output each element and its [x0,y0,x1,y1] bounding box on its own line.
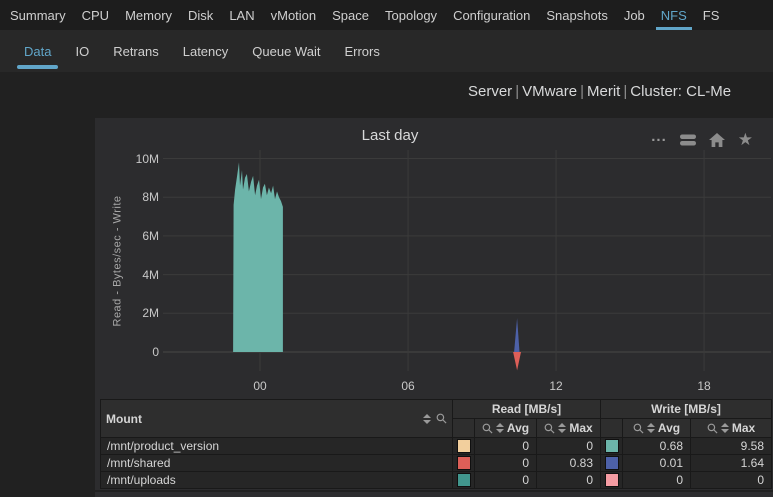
primary-tab-job[interactable]: Job [616,0,653,30]
write-swatch-header [601,419,623,438]
sort-write-avg-icon[interactable] [647,423,655,433]
breadcrumb-separator: | [512,83,522,100]
write-max-value: 0 [691,472,772,489]
write-avg-value: 0 [623,472,691,489]
breadcrumb: Server|VMware|Merit|Cluster: CL-Me [468,83,773,103]
read-swatch-header [453,419,475,438]
read-series-swatch-cell [453,455,475,472]
primary-tab-snapshots[interactable]: Snapshots [538,0,615,30]
y-tick-label: 8M [95,190,159,204]
sub-tab-queue-wait[interactable]: Queue Wait [240,30,332,72]
write-series-swatch-cell [601,472,623,489]
table-row-mnt-uploads[interactable]: /mnt/uploads0000 [101,472,772,489]
read-series-swatch-cell [453,472,475,489]
table-row-mnt-product-version[interactable]: /mnt/product_version 00 0.689.58 [101,438,772,455]
primary-tab-cpu[interactable]: CPU [74,0,117,30]
primary-tab-nfs[interactable]: NFS [653,0,695,30]
write-series-swatch [605,456,619,470]
x-tick-label: 00 [243,379,277,393]
breadcrumb-separator: | [577,83,587,100]
column-header-mount[interactable]: Mount [101,400,453,438]
mount-link[interactable]: /mnt/product_version [101,438,453,455]
primary-tab-lan[interactable]: LAN [221,0,262,30]
sub-tab-io[interactable]: IO [63,30,101,72]
sub-tab-latency[interactable]: Latency [171,30,241,72]
read-max-value: 0 [537,438,601,455]
y-tick-label: 6M [95,229,159,243]
search-write-avg-icon[interactable] [633,423,644,434]
sort-read-avg-icon[interactable] [496,423,504,433]
y-axis-label: Read - Bytes/sec - Write [109,148,125,374]
read-avg-value: 0 [475,438,537,455]
search-write-max-icon[interactable] [707,423,718,434]
read-series-swatch-cell [453,438,475,455]
search-read-max-icon[interactable] [544,423,555,434]
breadcrumb-separator: | [620,83,630,100]
x-tick-label: 12 [539,379,573,393]
column-header-write-avg[interactable]: Avg [623,419,691,438]
write-series-swatch-cell [601,438,623,455]
primary-tab-vmotion[interactable]: vMotion [263,0,325,30]
mount-table: Mount Read [MB/s] Write [MB/s] [100,399,772,489]
y-tick-label: 0 [95,345,159,359]
write-max-value: 9.58 [691,438,772,455]
breadcrumb-item-vmware[interactable]: VMware [522,83,577,100]
sort-write-max-icon[interactable] [721,423,729,433]
series-area-mnt-shared-write [514,318,519,352]
sort-mount-icon[interactable] [423,414,431,424]
y-tick-label: 2M [95,306,159,320]
breadcrumb-item-merit[interactable]: Merit [587,83,620,100]
series-area-mnt-shared-read [513,352,521,370]
write-avg-value: 0.01 [623,455,691,472]
secondary-nav: DataIORetransLatencyQueue WaitErrors [0,30,773,72]
primary-tab-topology[interactable]: Topology [377,0,445,30]
y-tick-label: 4M [95,268,159,282]
primary-tab-summary[interactable]: Summary [2,0,74,30]
mount-link[interactable]: /mnt/shared [101,455,453,472]
column-header-read-max[interactable]: Max [537,419,601,438]
y-tick-label: 10M [95,152,159,166]
column-group-write: Write [MB/s] [601,400,772,419]
search-mount-icon[interactable] [436,413,447,424]
write-series-swatch [605,439,619,453]
next-panel-edge [95,492,773,497]
x-tick-label: 06 [391,379,425,393]
column-header-read-avg[interactable]: Avg [475,419,537,438]
read-series-swatch [457,439,471,453]
primary-tab-memory[interactable]: Memory [117,0,180,30]
write-max-value: 1.64 [691,455,772,472]
chart-panel: Last day ... ★ Read - Bytes/sec - Write … [95,118,773,490]
read-series-swatch [457,473,471,487]
sub-tab-data[interactable]: Data [12,30,63,72]
primary-nav: SummaryCPUMemoryDiskLANvMotionSpaceTopol… [0,0,773,30]
series-area-mnt-product-version-write [233,162,283,352]
read-max-value: 0.83 [537,455,601,472]
column-header-write-max[interactable]: Max [691,419,772,438]
search-read-avg-icon[interactable] [482,423,493,434]
x-tick-label: 18 [687,379,721,393]
table-row-mnt-shared[interactable]: /mnt/shared 00.83 0.011.64 [101,455,772,472]
primary-tab-configuration[interactable]: Configuration [445,0,538,30]
breadcrumb-item-server[interactable]: Server [468,83,512,100]
read-avg-value: 0 [475,455,537,472]
mount-header-label: Mount [106,412,142,426]
read-avg-value: 0 [475,472,537,489]
read-series-swatch [457,456,471,470]
sort-read-max-icon[interactable] [558,423,566,433]
mount-table-body: /mnt/product_version000.689.58/mnt/share… [101,438,772,489]
mount-link[interactable]: /mnt/uploads [101,472,453,489]
column-group-read: Read [MB/s] [453,400,601,419]
sub-tab-retrans[interactable]: Retrans [101,30,171,72]
breadcrumb-item-cluster-cl-me[interactable]: Cluster: CL-Me [630,83,731,100]
primary-tab-disk[interactable]: Disk [180,0,221,30]
write-series-swatch [605,473,619,487]
write-avg-value: 0.68 [623,438,691,455]
sub-tab-errors[interactable]: Errors [332,30,391,72]
read-max-value: 0 [537,472,601,489]
primary-tab-space[interactable]: Space [324,0,377,30]
primary-tab-fs[interactable]: FS [695,0,728,30]
write-series-swatch-cell [601,455,623,472]
